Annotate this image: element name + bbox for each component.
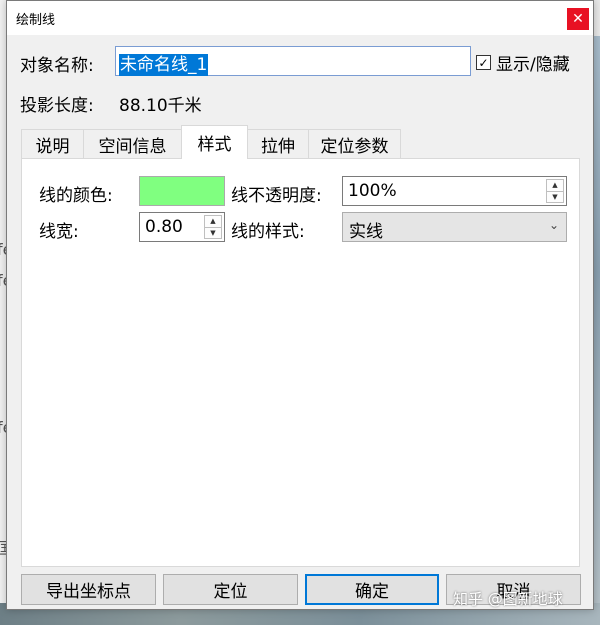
opacity-label: 线不透明度:: [231, 186, 322, 206]
object-name-input[interactable]: 未命名线_1: [115, 46, 471, 76]
line-width-label: 线宽:: [39, 222, 79, 242]
projection-length-label: 投影长度:: [20, 96, 94, 116]
tab-position-params[interactable]: 定位参数: [308, 129, 401, 159]
opacity-value: 100%: [348, 181, 397, 201]
projection-length-value: 88.10千米: [119, 96, 202, 116]
opacity-spin-arrows: ▲ ▼: [546, 179, 564, 203]
close-icon: ✕: [572, 11, 584, 27]
tab-label: 样式: [197, 135, 232, 155]
spin-down-icon[interactable]: ▼: [547, 191, 563, 202]
tab-extrude[interactable]: 拉伸: [247, 129, 309, 159]
style-panel: 线的颜色: 线不透明度: 100% ▲ ▼ 线宽: 0.80 ▲ ▼ 线的样式:…: [21, 158, 580, 567]
line-width-value: 0.80: [145, 217, 183, 237]
line-width-spinbox[interactable]: 0.80 ▲ ▼: [139, 212, 225, 242]
tab-style[interactable]: 样式: [181, 125, 248, 159]
spin-up-icon[interactable]: ▲: [547, 180, 563, 192]
object-name-label: 对象名称:: [20, 56, 94, 76]
ok-button[interactable]: 确定: [305, 574, 439, 605]
line-style-select[interactable]: 实线 ⌄: [342, 212, 567, 242]
tab-label: 定位参数: [320, 137, 389, 157]
tab-description[interactable]: 说明: [21, 129, 84, 159]
visibility-label: 显示/隐藏: [496, 55, 570, 75]
button-label: 确定: [355, 582, 389, 602]
spin-up-icon[interactable]: ▲: [205, 216, 221, 228]
tab-label: 说明: [35, 137, 70, 157]
line-color-swatch[interactable]: [139, 176, 225, 206]
visibility-toggle[interactable]: ✓ 显示/隐藏: [476, 50, 570, 75]
line-style-value: 实线: [349, 222, 383, 242]
tab-spatial-info[interactable]: 空间信息: [83, 129, 182, 159]
close-button[interactable]: ✕: [567, 8, 589, 30]
title-bar[interactable]: 绘制线 ✕: [7, 1, 593, 35]
button-label: 定位: [213, 582, 248, 602]
visibility-checkbox[interactable]: ✓: [476, 55, 491, 70]
tab-label: 空间信息: [98, 137, 167, 157]
line-style-label: 线的样式:: [231, 222, 305, 242]
export-coordinates-button[interactable]: 导出坐标点: [21, 574, 156, 605]
window-title: 绘制线: [16, 13, 56, 28]
tab-label: 拉伸: [261, 137, 295, 157]
draw-line-dialog: 绘制线 ✕ 对象名称: 未命名线_1 ✓ 显示/隐藏 投影长度: 88.10千米…: [6, 0, 594, 610]
chevron-down-icon: ⌄: [548, 218, 559, 232]
locate-button[interactable]: 定位: [163, 574, 298, 605]
checkmark-icon: ✓: [478, 55, 489, 70]
object-name-value: 未命名线_1: [119, 54, 209, 76]
line-color-label: 线的颜色:: [39, 186, 113, 206]
line-width-spin-arrows: ▲ ▼: [204, 215, 222, 239]
watermark-text: 知乎 @图新地球: [453, 590, 563, 608]
opacity-spinbox[interactable]: 100% ▲ ▼: [342, 176, 567, 206]
button-label: 导出坐标点: [46, 582, 131, 602]
spin-down-icon[interactable]: ▼: [205, 227, 221, 238]
